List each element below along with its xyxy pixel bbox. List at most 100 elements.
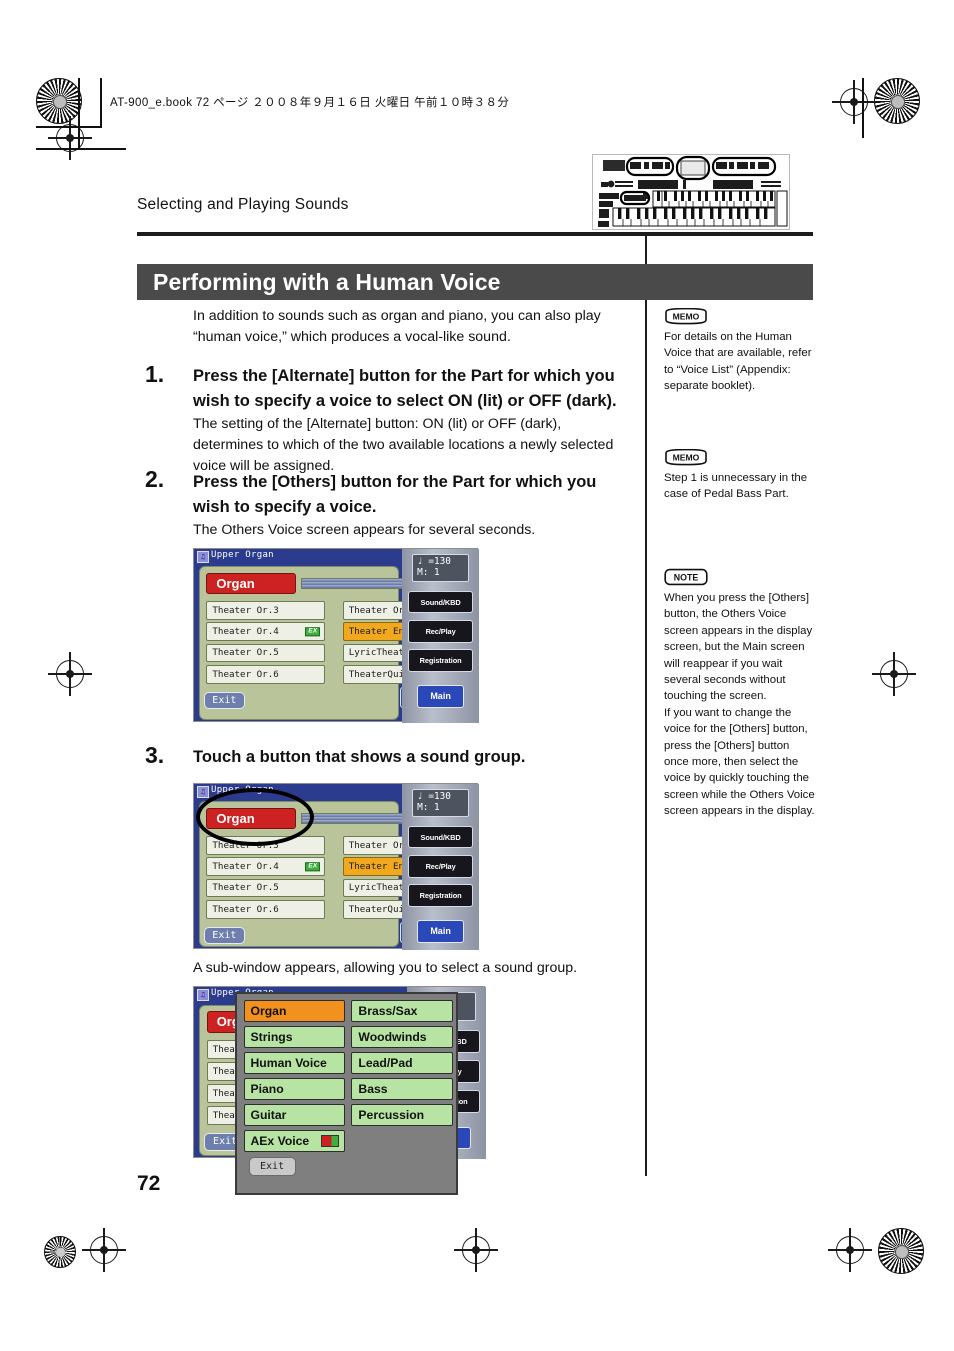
running-head: Selecting and Playing Sounds [137,196,349,213]
voice-button[interactable]: Theater Or.3 [206,601,326,620]
rail-button-registration[interactable]: Registration [408,884,473,907]
sound-group-option[interactable]: Strings [243,1025,346,1048]
registration-mark-bottom-center [454,1228,498,1272]
sound-group-option[interactable]: Percussion [351,1103,453,1126]
sound-group-option-label: Woodwinds [358,1029,427,1044]
step-1-heading: Press the [Alternate] button for the Par… [193,367,617,410]
main-button[interactable]: Main [417,920,465,943]
sound-group-option[interactable]: Woodwinds [351,1025,453,1048]
sound-group-option-label: Piano [250,1081,284,1096]
intro-paragraph: In addition to sounds such as organ and … [193,308,601,345]
sound-group-option[interactable]: Human Voice [243,1051,346,1074]
subwindow-exit-button[interactable]: Exit [248,1157,296,1177]
svg-text:MEMO: MEMO [673,453,700,463]
voice-button[interactable]: Theater Or.5 [206,643,326,663]
rail-button-rec-play[interactable]: Rec/Play [408,855,473,878]
voice-button-label: Theater Or.5 [212,647,279,659]
sound-group-option[interactable]: Bass [351,1077,453,1100]
sound-group-option-label: Human Voice [250,1055,327,1070]
exit-button[interactable]: Exit [203,926,245,944]
music-note-icon: ♫ [197,785,209,798]
aex-voice-icon [321,1134,340,1147]
print-rosette-top-left [36,78,82,124]
note-1-para-2: If you want to change the voice for the … [664,706,815,818]
page-number: 72 [137,1172,161,1195]
sound-group-option-label: Percussion [358,1107,425,1122]
note-icon: NOTE [664,568,708,586]
crop-line-tl-v2 [100,78,102,128]
step-1-body: The setting of the [Alternate] button: O… [193,416,614,474]
crop-line-tl-v [78,78,80,150]
measure-value: M: 1 [417,801,440,813]
step-3-number: 3. [145,742,165,768]
sound-group-option[interactable]: Brass/Sax [351,999,453,1022]
organ-keyboard-diagram-icon [592,154,790,230]
print-file-stamp: AT-900_e.book 72 ページ ２００８年９月１６日 火曜日 午前１０… [110,97,510,109]
step-2-number: 2. [145,466,165,492]
voice-button[interactable]: Theater Or.4 EX [206,622,326,641]
rail-button-sound-kbd[interactable]: Sound/KBD [408,826,473,849]
print-rosette-top-right [874,78,920,124]
voice-button[interactable]: Theater Or.4 EX [206,857,326,876]
registration-mark-mid-right [872,652,916,696]
registration-mark-mid-left [48,652,92,696]
music-note-icon: ♫ [197,550,209,563]
ex-badge-icon: EX [305,626,321,637]
voice-button-label: Theater Or.4 [212,626,279,638]
header-rule [137,232,813,236]
memo-block-1: MEMO For details on the Human Voice that… [664,308,816,395]
voice-button-label: Theater Or.5 [212,882,279,894]
step-2-body: The Others Voice screen appears for seve… [193,522,536,538]
rail-button-rec-play[interactable]: Rec/Play [408,620,473,643]
sound-group-option[interactable]: AEx Voice [243,1129,346,1153]
sound-group-option-label: Bass [358,1081,388,1096]
step-3-heading: Touch a button that shows a sound group. [193,748,526,766]
crop-line-tl-h2 [36,126,102,128]
lcd-title-text: Upper Organ [211,550,274,560]
sound-group-option-label: Lead/Pad [358,1055,413,1070]
sound-group-option-label: AEx Voice [250,1133,310,1148]
voice-button[interactable]: Theater Or.6 [206,899,326,919]
music-note-icon: ♫ [197,988,209,1001]
callout-ellipse-organ-button [196,788,314,846]
manual-page: AT-900_e.book 72 ページ ２００８年９月１６日 火曜日 午前１０… [0,0,954,1351]
lcd-screen-others-voice[interactable]: ♫Upper OrganOrganP.9/12Theater Or.3Theat… [193,548,479,723]
sound-group-option[interactable]: Lead/Pad [351,1051,453,1074]
voice-button-label: Theater Or.4 [212,861,279,873]
lcd-screen-sound-group-subwindow[interactable]: ♫Upper OrganOrganP.9/12Theater Or.3Theat… [193,986,486,1196]
memo-icon: MEMO [665,308,707,325]
svg-text:NOTE: NOTE [674,572,699,582]
svg-text:MEMO: MEMO [673,312,700,322]
sound-group-option[interactable]: Piano [243,1077,346,1100]
voice-button-label: Theater Or.3 [212,604,279,616]
voice-button[interactable]: Theater Or.5 [206,878,326,898]
step-3-caption: A sub-window appears, allowing you to se… [193,960,578,976]
memo-2-text: Step 1 is unnecessary in the case of Ped… [664,472,808,501]
sound-group-button[interactable]: Organ [206,572,296,594]
tempo-value: ♩ =130 [417,790,451,802]
note-block-1: NOTE When you press the [Others] button,… [664,568,816,820]
tempo-measure-display: ♩ =130M: 1 [412,553,470,583]
sound-group-option[interactable]: Organ [243,999,346,1022]
step-2-heading: Press the [Others] button for the Part f… [193,473,597,516]
tempo-measure-display: ♩ =130M: 1 [412,788,470,818]
voice-button[interactable]: Theater Or.6 [206,664,326,684]
memo-icon: MEMO [665,449,707,466]
sound-group-option[interactable]: Guitar [243,1103,346,1126]
memo-1-text: For details on the Human Voice that are … [664,331,812,393]
step-1-number: 1. [145,361,165,387]
crop-line-tr-v [862,78,864,138]
rail-button-registration[interactable]: Registration [408,649,473,672]
voice-button-label: Theater Or.6 [212,668,279,680]
print-rosette-bottom-right [878,1228,924,1274]
sound-group-option-label: Brass/Sax [358,1003,418,1018]
exit-button[interactable]: Exit [203,691,245,709]
rail-button-sound-kbd[interactable]: Sound/KBD [408,591,473,614]
crop-line-tl-h [36,148,126,150]
page-title: Performing with a Human Voice [153,269,501,295]
registration-mark-bottom-right [828,1228,872,1272]
voice-button-label: Theater Or.6 [212,903,279,915]
sound-group-option-label: Guitar [250,1107,287,1122]
main-button[interactable]: Main [417,685,465,708]
section-title-bar: Performing with a Human Voice [137,264,813,300]
